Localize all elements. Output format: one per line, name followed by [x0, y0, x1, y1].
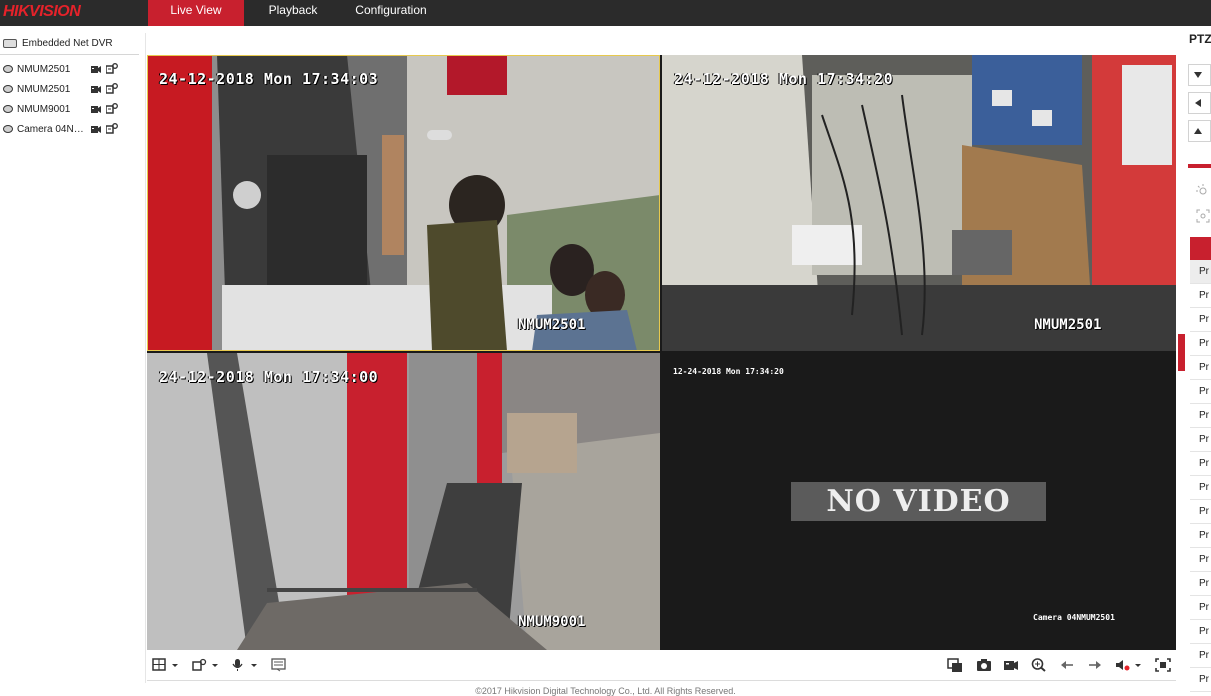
osd-camera-name: NMUM2501: [518, 317, 586, 333]
preset-item[interactable]: Pr: [1190, 500, 1211, 524]
ptz-left-button[interactable]: [1188, 92, 1211, 114]
preset-item[interactable]: Pr: [1190, 404, 1211, 428]
camera-item-4[interactable]: Camera 04NMUM2501: [3, 122, 137, 136]
caret-down-icon: [1194, 72, 1202, 78]
camera-item-3[interactable]: NMUM9001: [3, 102, 137, 116]
device-tree: Embedded Net DVR NMUM2501 NMUM2501 NMUM9…: [0, 34, 139, 674]
record-icon[interactable]: [91, 85, 101, 94]
preset-item[interactable]: Pr: [1190, 260, 1211, 284]
preset-item[interactable]: Pr: [1190, 380, 1211, 404]
preset-item[interactable]: Pr: [1190, 668, 1211, 692]
capture-icon[interactable]: [976, 658, 992, 672]
top-navigation-bar: HIKVISION Live View Playback Configurati…: [0, 0, 1211, 26]
tab-live-view[interactable]: Live View: [148, 0, 244, 26]
preset-item[interactable]: Pr: [1190, 476, 1211, 500]
record-icon[interactable]: [91, 65, 101, 74]
preset-item[interactable]: Pr: [1190, 284, 1211, 308]
osd-timestamp: 24-12-2018 Mon 17:34:00: [159, 368, 379, 386]
dvr-icon: [3, 39, 17, 48]
osd-camera-name: Camera 04NMUM2501: [1033, 613, 1115, 622]
light-icon[interactable]: [1196, 184, 1210, 198]
ptz-title: PTZ: [1189, 32, 1211, 46]
digital-zoom-icon[interactable]: [1031, 658, 1047, 672]
osd-camera-name: NMUM2501: [1034, 317, 1102, 333]
focus-icon[interactable]: [1196, 209, 1210, 223]
camera-icon: [3, 85, 13, 93]
record-icon[interactable]: [1003, 658, 1019, 672]
copyright-footer: ©2017 Hikvision Digital Technology Co., …: [475, 686, 736, 696]
preset-item[interactable]: Pr: [1190, 644, 1211, 668]
stream-icon[interactable]: [106, 63, 118, 75]
panel-divider: [145, 33, 146, 683]
camera-item-1[interactable]: NMUM2501: [3, 62, 137, 76]
preset-item[interactable]: Pr: [1190, 596, 1211, 620]
camera-icon: [3, 125, 13, 133]
camera-feed-image: [147, 353, 660, 650]
preset-item[interactable]: Pr: [1190, 356, 1211, 380]
camera-icon: [3, 65, 13, 73]
osd-timestamp: 24-12-2018 Mon 17:34:20: [674, 70, 894, 88]
stream-icon[interactable]: [106, 123, 118, 135]
ptz-speed-bar[interactable]: [1188, 164, 1211, 168]
camera-feed-image: [662, 55, 1176, 351]
camera-item-2[interactable]: NMUM2501: [3, 82, 137, 96]
preset-item[interactable]: Pr: [1190, 620, 1211, 644]
next-page-icon[interactable]: [1087, 658, 1103, 672]
camera-feed-image: [147, 55, 660, 351]
microphone-icon[interactable]: [231, 658, 259, 672]
stream-type-icon[interactable]: [192, 658, 220, 672]
camera-label: NMUM2501: [17, 63, 71, 75]
preset-item[interactable]: Pr: [1190, 452, 1211, 476]
preset-item[interactable]: Pr: [1190, 428, 1211, 452]
video-tile-1[interactable]: 24-12-2018 Mon 17:34:03 NMUM2501: [147, 55, 660, 351]
ptz-up-left-button[interactable]: [1188, 64, 1211, 86]
volume-icon[interactable]: [1115, 658, 1143, 672]
preset-item[interactable]: Pr: [1190, 572, 1211, 596]
video-tile-2[interactable]: 24-12-2018 Mon 17:34:20 NMUM2501: [662, 55, 1176, 351]
live-view-grid: 24-12-2018 Mon 17:34:03 NMUM2501 24-12-2…: [147, 55, 1176, 650]
tab-playback[interactable]: Playback: [259, 0, 327, 26]
preset-item[interactable]: Pr: [1190, 332, 1211, 356]
preset-item[interactable]: Pr: [1190, 524, 1211, 548]
caret-up-icon: [1194, 128, 1202, 134]
camera-label: Camera 04NMUM2501: [17, 123, 90, 135]
camera-label: NMUM9001: [17, 103, 71, 115]
record-icon[interactable]: [91, 125, 101, 134]
osd-camera-name: NMUM9001: [518, 614, 586, 630]
previous-page-icon[interactable]: [1059, 658, 1075, 672]
tree-divider: [0, 54, 139, 55]
tab-configuration[interactable]: Configuration: [348, 0, 434, 26]
preset-item[interactable]: Pr: [1190, 548, 1211, 572]
record-icon[interactable]: [91, 105, 101, 114]
osd-timestamp: 24-12-2018 Mon 17:34:03: [159, 70, 379, 88]
hikvision-logo: HIKVISION: [3, 3, 81, 20]
live-view-toolbar: [147, 652, 1176, 681]
fullscreen-icon[interactable]: [1155, 658, 1171, 672]
camera-label: NMUM2501: [17, 83, 71, 95]
preview-window-icon[interactable]: [271, 658, 287, 672]
caret-left-icon: [1195, 99, 1201, 107]
stream-icon[interactable]: [106, 83, 118, 95]
dvr-root-node[interactable]: Embedded Net DVR: [3, 38, 113, 49]
osd-timestamp: 12-24-2018 Mon 17:34:20: [673, 367, 784, 376]
ptz-panel: PTZ Pr Pr Pr Pr Pr Pr Pr Pr Pr Pr Pr Pr Pr Pr Pr Pr Pr Pr: [1178, 26, 1211, 692]
dvr-root-label: Embedded Net DVR: [22, 38, 113, 49]
panel-collapse-handle[interactable]: [1178, 334, 1185, 371]
stop-all-icon[interactable]: [947, 658, 963, 672]
ptz-down-left-button[interactable]: [1188, 120, 1211, 142]
window-layout-icon[interactable]: [152, 658, 180, 672]
no-video-label: NO VIDEO: [791, 482, 1046, 521]
preset-list-header: [1190, 237, 1211, 260]
video-tile-3[interactable]: 24-12-2018 Mon 17:34:00 NMUM9001: [147, 353, 660, 650]
camera-icon: [3, 105, 13, 113]
preset-item[interactable]: Pr: [1190, 308, 1211, 332]
stream-icon[interactable]: [106, 103, 118, 115]
